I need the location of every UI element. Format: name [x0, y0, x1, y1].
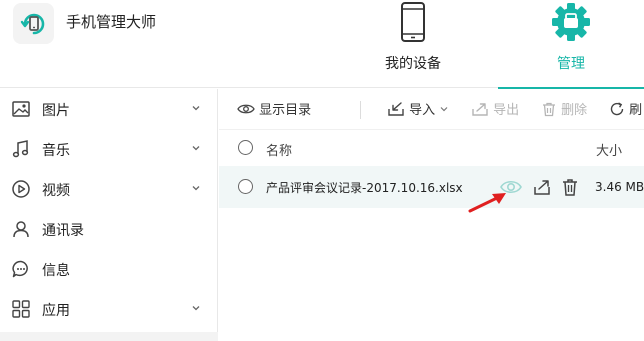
sidebar-item-messages[interactable]: 信息 [0, 249, 218, 289]
top-bar: 手机管理大师 我的设备 管理 [0, 0, 644, 89]
select-all-radio[interactable] [238, 140, 253, 155]
app-title: 手机管理大师 [66, 13, 157, 31]
app-logo [13, 3, 54, 44]
row-select-radio[interactable] [238, 179, 253, 194]
sidebar-item-videos[interactable]: 视频 [0, 169, 218, 209]
tab-manage[interactable]: 管理 [498, 0, 644, 89]
delete-label: 删除 [561, 103, 588, 118]
tab-manage-label: 管理 [557, 56, 585, 72]
import-icon [388, 101, 404, 116]
message-icon [12, 260, 28, 278]
file-name: 产品评审会议记录-2017.10.16.xlsx [266, 181, 463, 195]
sidebar-item-apps[interactable]: 应用 [0, 289, 218, 329]
export-label: 导出 [493, 103, 520, 118]
table-row[interactable]: 产品评审会议记录-2017.10.16.xlsx 3.46 MB [219, 166, 644, 208]
file-list-header: 名称 大小 [219, 130, 644, 166]
gear-icon [552, 3, 590, 41]
contacts-icon [13, 221, 29, 238]
export-icon [472, 102, 488, 116]
sidebar-item-label: 应用 [42, 303, 70, 319]
toolbar: 显示目录 导入 导出 删除 刷 [219, 89, 644, 130]
export-button[interactable]: 导出 [471, 99, 519, 121]
app-logo-icon [20, 13, 44, 34]
sidebar: 图片 音乐 视频 通讯录 信息 应用 [0, 89, 218, 341]
import-button[interactable]: 导入 [387, 99, 449, 121]
export-icon[interactable] [532, 177, 552, 197]
sidebar-item-label: 音乐 [42, 143, 70, 159]
column-header-size[interactable]: 大小 [596, 140, 622, 159]
delete-button[interactable]: 删除 [541, 99, 587, 121]
sidebar-item-images[interactable]: 图片 [0, 89, 218, 129]
column-header-name[interactable]: 名称 [266, 140, 292, 159]
annotation-arrow-icon [468, 193, 506, 213]
refresh-icon [610, 101, 624, 115]
apps-icon [12, 300, 30, 318]
sidebar-item-contacts[interactable]: 通讯录 [0, 209, 218, 249]
eye-icon [237, 104, 255, 113]
chevron-down-icon [440, 106, 448, 111]
trash-icon[interactable] [561, 177, 579, 197]
chevron-down-icon [192, 186, 200, 191]
sidebar-item-label: 图片 [42, 103, 70, 119]
sidebar-item-more[interactable] [0, 332, 218, 341]
sidebar-item-label: 通讯录 [42, 223, 84, 239]
image-icon [12, 101, 30, 117]
import-label: 导入 [409, 103, 436, 118]
show-directory-button[interactable]: 显示目录 [237, 99, 311, 121]
sidebar-item-label: 视频 [42, 183, 70, 199]
file-size: 3.46 MB [595, 180, 644, 194]
toolbar-divider [360, 101, 361, 119]
sidebar-item-label: 信息 [42, 263, 70, 279]
tab-my-device[interactable]: 我的设备 [368, 0, 458, 88]
tab-my-device-label: 我的设备 [385, 56, 441, 72]
chevron-down-icon [192, 306, 200, 311]
refresh-button[interactable]: 刷 [609, 99, 642, 121]
sidebar-item-music[interactable]: 音乐 [0, 129, 218, 169]
show-directory-label: 显示目录 [259, 103, 312, 118]
trash-icon [543, 102, 555, 116]
phone-icon [401, 2, 425, 42]
refresh-label: 刷 [629, 103, 643, 118]
chevron-down-icon [192, 146, 200, 151]
video-icon [12, 180, 30, 198]
chevron-down-icon [192, 106, 200, 111]
music-icon [12, 140, 29, 158]
